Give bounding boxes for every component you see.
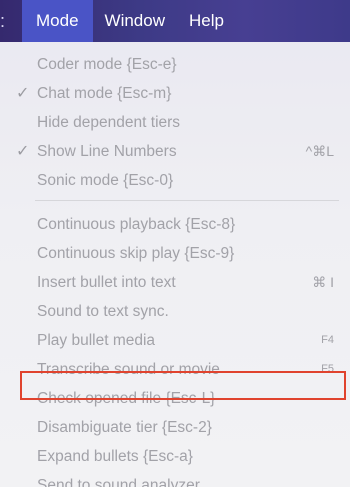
menu-item-label: Show Line Numbers <box>37 143 177 160</box>
menu-item-label: Send to sound analyzer <box>37 477 200 487</box>
menubar-edge-glyph: : <box>0 11 6 31</box>
menu-item-continuous-skip-play[interactable]: Continuous skip play {Esc-9} <box>0 239 350 268</box>
menubar-edge: : <box>0 0 5 42</box>
menu-item-disambiguate-tier[interactable]: Disambiguate tier {Esc-2} <box>0 413 350 442</box>
menu-item-sound-to-text-sync[interactable]: Sound to text sync. <box>0 297 350 326</box>
menu-item-label: Sonic mode {Esc-0} <box>37 172 174 189</box>
menu-item-label: Continuous skip play {Esc-9} <box>37 245 235 262</box>
menu-item-send-to-sound-analyzer[interactable]: Send to sound analyzer <box>0 471 350 487</box>
highlight-box <box>20 371 346 400</box>
menu-item-show-line-numbers[interactable]: ✓ Show Line Numbers ^⌘L <box>0 137 350 166</box>
menu-item-label: Continuous playback {Esc-8} <box>37 216 236 233</box>
checkmark-icon: ✓ <box>16 85 30 102</box>
menu-help[interactable]: Help <box>177 0 236 42</box>
menu-item-label: Hide dependent tiers <box>37 114 181 131</box>
menu-item-chat-mode[interactable]: ✓ Chat mode {Esc-m} <box>0 79 350 108</box>
menu-window[interactable]: Window <box>93 0 177 42</box>
menu-item-shortcut: ^⌘L <box>305 143 334 159</box>
menu-item-shortcut: ⌘ I <box>312 274 334 290</box>
menu-item-sonic-mode[interactable]: Sonic mode {Esc-0} <box>0 166 350 195</box>
menu-item-play-bullet-media[interactable]: Play bullet media F4 <box>0 326 350 355</box>
menu-item-label: Coder mode {Esc-e} <box>37 56 177 73</box>
menu-item-coder-mode[interactable]: Coder mode {Esc-e} <box>0 50 350 79</box>
menu-mode[interactable]: Mode <box>22 0 93 42</box>
menu-item-label: Insert bullet into text <box>37 274 176 291</box>
menu-item-insert-bullet[interactable]: Insert bullet into text ⌘ I <box>0 268 350 297</box>
menu-item-label: Play bullet media <box>37 332 156 349</box>
checkmark-icon: ✓ <box>16 143 30 160</box>
menu-item-label: Chat mode {Esc-m} <box>37 85 172 102</box>
menu-separator <box>35 200 339 201</box>
menu-item-continuous-playback[interactable]: Continuous playback {Esc-8} <box>0 210 350 239</box>
menu-item-label: Disambiguate tier {Esc-2} <box>37 419 212 436</box>
menu-bar: : Mode Window Help <box>0 0 350 42</box>
menu-item-label: Expand bullets {Esc-a} <box>37 448 193 465</box>
menu-item-shortcut: F4 <box>321 334 334 346</box>
menu-item-expand-bullets[interactable]: Expand bullets {Esc-a} <box>0 442 350 471</box>
menu-item-label: Sound to text sync. <box>37 303 169 320</box>
menu-item-hide-dependent-tiers[interactable]: Hide dependent tiers <box>0 108 350 137</box>
mode-menu-dropdown: Coder mode {Esc-e} ✓ Chat mode {Esc-m} H… <box>0 42 350 487</box>
